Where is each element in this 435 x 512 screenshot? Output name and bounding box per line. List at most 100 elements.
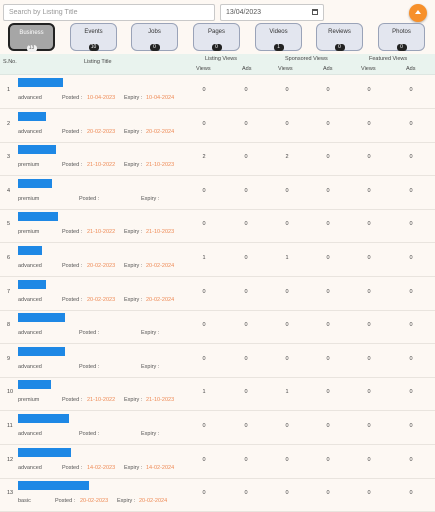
expiry-label: Expiry : xyxy=(141,363,160,370)
listing-title-link[interactable] xyxy=(18,145,56,155)
posted-label: Posted : xyxy=(62,464,83,471)
tab-events[interactable]: Events 10 xyxy=(70,23,117,51)
tab-count-badge: 13 xyxy=(26,45,37,52)
calendar-icon[interactable] xyxy=(312,9,318,15)
header-listing-views: Listing Views xyxy=(205,56,237,62)
sponsored-ads: 0 xyxy=(326,423,330,429)
table-row: 13 basic Posted : 20-02-2023 Expiry :20-02-2… xyxy=(0,478,435,512)
listing-title-link[interactable] xyxy=(18,111,46,121)
listing-type: advanced xyxy=(18,263,42,269)
scroll-top-button[interactable] xyxy=(409,4,427,22)
posted-label: Posted : xyxy=(62,95,83,101)
sponsored-views: 1 xyxy=(285,389,289,396)
sponsored-ads: 0 xyxy=(326,355,330,362)
header-listing-title: Listing Title xyxy=(84,59,112,65)
posted-label: Posted : xyxy=(62,397,83,404)
featured-views: 0 xyxy=(367,456,371,463)
expiry-label: Expiry : xyxy=(124,397,143,404)
listing-views: 0 xyxy=(202,87,206,93)
row-number: 9 xyxy=(7,355,11,362)
tab-label: Videos xyxy=(269,29,288,35)
category-tabs: Business 13 Events 10 Jobs 0 Pages 0 Vid… xyxy=(0,23,435,53)
table-row: 8 advanced Posted : Expiry : 0 0 0 0 0 0 xyxy=(0,310,435,345)
date-filter-input[interactable]: 13/04/2023 xyxy=(220,4,324,21)
featured-views: 0 xyxy=(367,154,371,161)
listing-type: advanced xyxy=(18,464,42,471)
listing-title-link[interactable] xyxy=(18,246,42,255)
listing-title-link[interactable] xyxy=(18,78,63,87)
expiry-date: 14-02-2024 xyxy=(146,464,175,471)
listing-type: advanced xyxy=(18,330,42,337)
header-featured-views: Featured Views xyxy=(369,56,408,62)
sponsored-ads: 0 xyxy=(326,120,330,127)
header-sponsored-views: Sponsored Views xyxy=(285,56,328,62)
featured-views: 0 xyxy=(367,187,371,194)
table-row: 11 advanced Posted : Expiry : 0 0 0 0 0 0 xyxy=(0,411,435,445)
tab-reviews[interactable]: Reviews 0 xyxy=(316,23,363,51)
expiry-label: Expiry : xyxy=(124,95,143,101)
listing-type: advanced xyxy=(18,296,42,303)
sponsored-views: 0 xyxy=(285,490,289,497)
listing-title-link[interactable] xyxy=(18,414,69,423)
listing-title-link[interactable] xyxy=(18,178,52,188)
listing-title-link[interactable] xyxy=(18,212,58,222)
listing-ads: 0 xyxy=(244,221,248,228)
posted-date: 20-02-2023 xyxy=(80,498,109,505)
search-input[interactable] xyxy=(3,4,215,21)
listing-ads: 0 xyxy=(244,322,248,329)
row-number: 6 xyxy=(7,255,11,261)
tab-label: Photos xyxy=(392,29,411,35)
sponsored-ads: 0 xyxy=(326,456,330,463)
tab-photos[interactable]: Photos 0 xyxy=(378,23,425,51)
featured-ads: 0 xyxy=(409,187,413,194)
listing-title-link[interactable] xyxy=(18,481,89,491)
header-listing-views-ads: Ads xyxy=(242,66,252,72)
featured-views: 0 xyxy=(367,120,371,127)
posted-label: Posted : xyxy=(62,162,83,169)
row-number: 13 xyxy=(7,490,14,497)
sponsored-views: 2 xyxy=(285,154,289,161)
row-number: 3 xyxy=(7,154,11,161)
tab-count-badge: 0 xyxy=(396,44,407,51)
header-listing-views-views: Views xyxy=(196,66,211,72)
listing-title-link[interactable] xyxy=(18,447,71,457)
featured-ads: 0 xyxy=(409,456,413,463)
tab-count-badge: 10 xyxy=(88,44,99,51)
top-bar: 13/04/2023 xyxy=(0,0,435,22)
listing-title-link[interactable] xyxy=(18,346,65,356)
expiry-label: Expiry : xyxy=(117,498,136,505)
chevron-up-icon xyxy=(415,10,421,14)
featured-views: 0 xyxy=(367,423,371,429)
expiry-date: 10-04-2024 xyxy=(146,95,175,101)
tab-pages[interactable]: Pages 0 xyxy=(193,23,240,51)
posted-label: Posted : xyxy=(79,363,100,370)
sponsored-views: 0 xyxy=(285,322,289,329)
sponsored-views: 1 xyxy=(285,255,289,261)
tab-business[interactable]: Business 13 xyxy=(8,23,55,52)
listing-type: premium xyxy=(18,229,40,236)
listing-views: 0 xyxy=(202,490,206,497)
listing-views: 0 xyxy=(202,187,206,194)
table-row: 9 advanced Posted : Expiry : 0 0 0 0 0 0 xyxy=(0,344,435,378)
listing-title-link[interactable] xyxy=(18,279,46,289)
listing-title-link[interactable] xyxy=(18,313,65,323)
expiry-label: Expiry : xyxy=(141,330,160,337)
posted-label: Posted : xyxy=(55,498,76,505)
sponsored-views: 0 xyxy=(285,355,289,362)
row-number: 8 xyxy=(7,322,11,329)
table-row: 7 advanced Posted : 20-02-2023 Expiry :20-02… xyxy=(0,277,435,311)
header-sponsored-views-ads: Ads xyxy=(323,66,333,72)
listing-ads: 0 xyxy=(244,288,248,295)
tab-jobs[interactable]: Jobs 0 xyxy=(131,23,178,51)
tab-videos[interactable]: Videos 1 xyxy=(255,23,302,51)
posted-date: 21-10-2022 xyxy=(87,397,116,404)
listing-type: premium xyxy=(18,195,40,202)
listing-title-link[interactable] xyxy=(18,380,51,390)
listing-views: 0 xyxy=(202,120,206,127)
sponsored-views: 0 xyxy=(285,120,289,127)
listing-views: 1 xyxy=(202,389,206,396)
expiry-date: 21-10-2023 xyxy=(146,229,175,236)
posted-date: 20-02-2023 xyxy=(87,263,116,269)
row-number: 1 xyxy=(7,87,11,93)
posted-label: Posted : xyxy=(62,229,83,236)
